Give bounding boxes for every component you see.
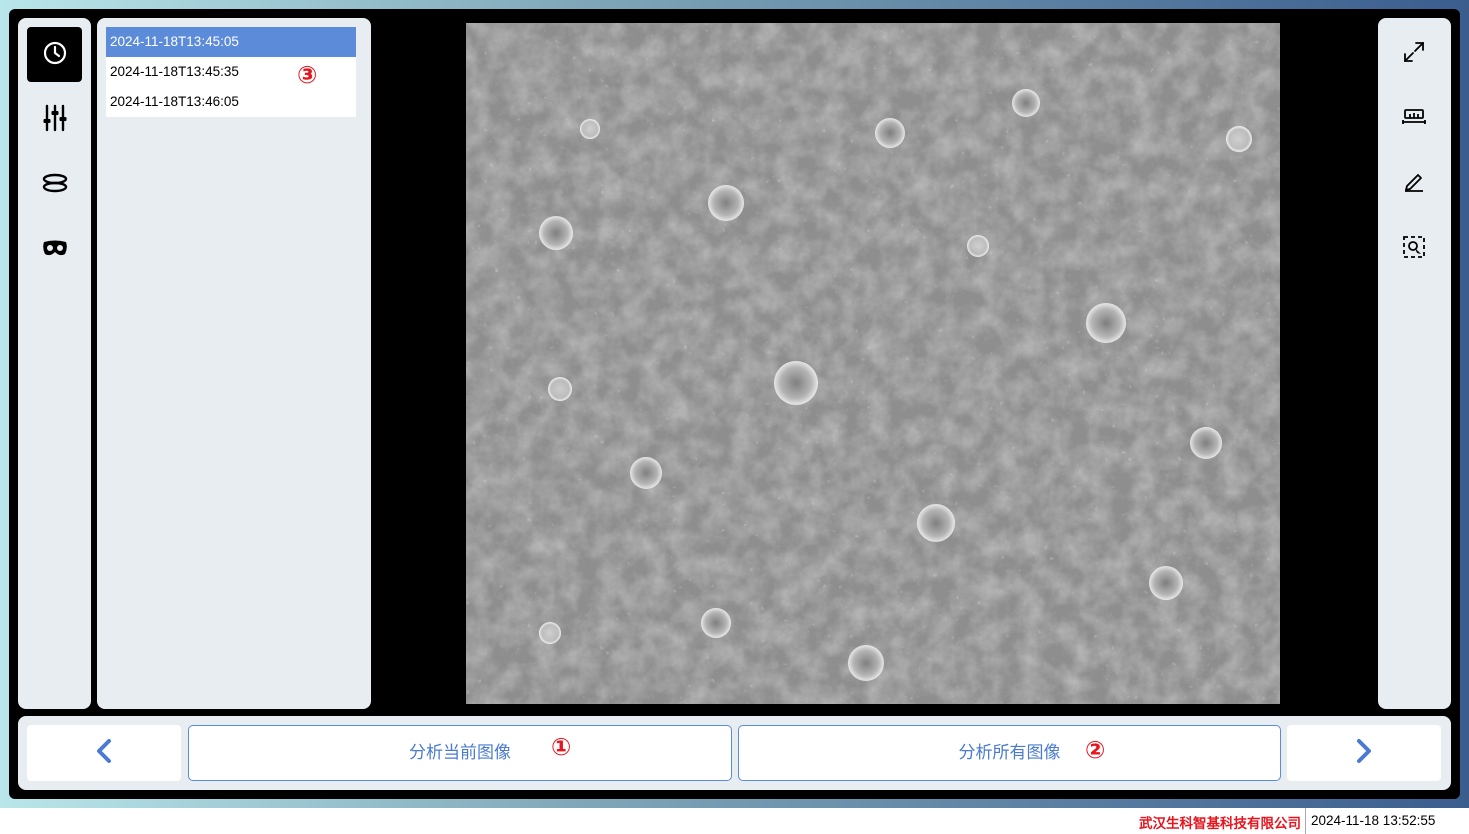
dish-icon xyxy=(41,172,69,198)
next-button[interactable] xyxy=(1287,725,1441,781)
chevron-left-icon xyxy=(96,738,112,768)
view-button[interactable] xyxy=(27,222,82,277)
select-region-icon xyxy=(1402,235,1426,263)
expand-icon xyxy=(1403,41,1425,67)
select-region-button[interactable] xyxy=(1396,231,1432,267)
pencil-icon xyxy=(1403,170,1425,196)
timestamp-item[interactable]: 2024-11-18T13:45:05 xyxy=(106,27,356,57)
timestamp-item[interactable]: 2024-11-18T13:46:05 xyxy=(106,87,356,117)
timestamp-list: 2024-11-18T13:45:05 2024-11-18T13:45:35 … xyxy=(97,18,371,709)
ruler-icon xyxy=(1402,105,1426,131)
previous-button[interactable] xyxy=(27,725,181,781)
cell-image xyxy=(466,23,1280,704)
mask-icon xyxy=(41,238,69,262)
side-nav xyxy=(18,18,91,709)
fullscreen-button[interactable] xyxy=(1396,36,1432,72)
history-button[interactable] xyxy=(27,27,82,82)
annotation-marker-3: ③ xyxy=(297,61,318,89)
layers-button[interactable] xyxy=(27,157,82,212)
chevron-right-icon xyxy=(1356,738,1372,768)
timestamp-item[interactable]: 2024-11-18T13:45:35 xyxy=(106,57,356,87)
annotation-marker-2: ② xyxy=(1085,736,1106,764)
analyze-current-button[interactable]: 分析当前图像 xyxy=(188,725,732,781)
analyze-all-button[interactable]: 分析所有图像 xyxy=(738,725,1281,781)
measure-button[interactable] xyxy=(1396,100,1432,136)
status-bar: 武汉生科智基科技有限公司 2024-11-18 13:52:55 xyxy=(0,808,1469,834)
tool-panel xyxy=(1378,18,1451,709)
status-clock: 2024-11-18 13:52:55 xyxy=(1305,808,1469,834)
annotation-marker-1: ① xyxy=(551,733,572,761)
action-bar: 分析当前图像 分析所有图像 ① ② xyxy=(18,716,1451,790)
draw-button[interactable] xyxy=(1396,165,1432,201)
microscope-image[interactable] xyxy=(466,23,1280,704)
company-name: 武汉生科智基科技有限公司 xyxy=(1139,816,1301,832)
sliders-icon xyxy=(42,104,68,136)
clock-icon xyxy=(42,40,68,70)
adjust-button[interactable] xyxy=(27,92,82,147)
